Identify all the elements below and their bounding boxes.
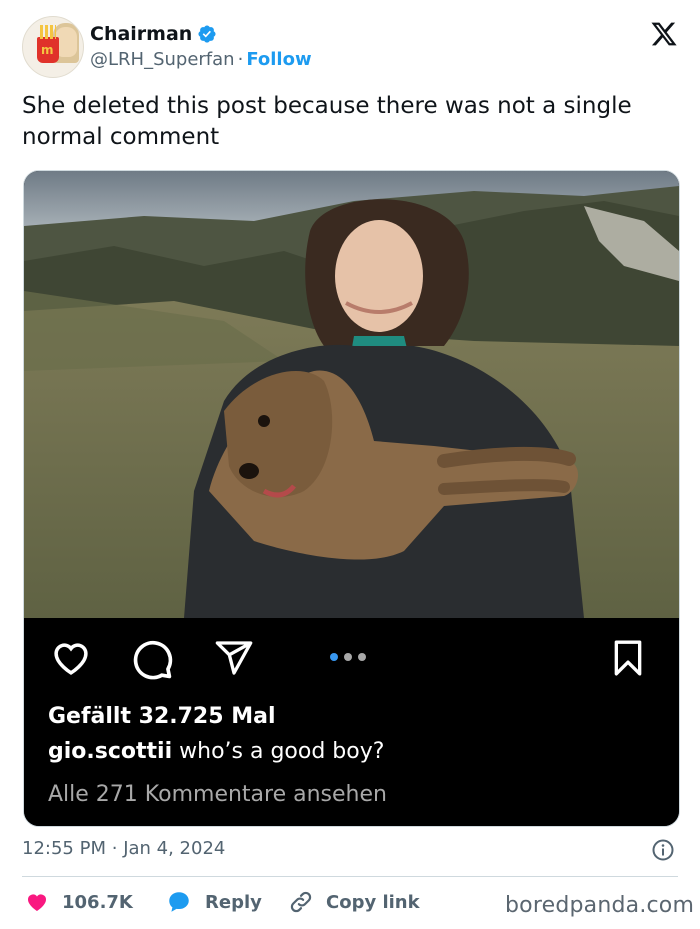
handle-separator: · bbox=[237, 49, 244, 70]
tweet-header: m Chairman @LRH_Superfan · Follow bbox=[22, 16, 682, 78]
caption-text: who’s a good boy? bbox=[172, 739, 385, 764]
author-handle[interactable]: @LRH_Superfan bbox=[90, 49, 235, 70]
reply-label: Reply bbox=[205, 891, 262, 913]
x-logo-icon[interactable] bbox=[650, 20, 678, 48]
verified-badge-icon bbox=[198, 25, 216, 43]
reply-button[interactable]: Reply bbox=[165, 886, 262, 918]
timestamp-separator: · bbox=[111, 838, 118, 859]
watermark: boredpanda.com bbox=[505, 893, 695, 918]
divider bbox=[22, 876, 678, 877]
like-count: 106.7K bbox=[62, 891, 133, 913]
copy-link-label: Copy link bbox=[326, 891, 420, 913]
instagram-action-area: Gefällt 32.725 Mal gio.scottii who’s a g… bbox=[24, 618, 679, 826]
reply-bubble-icon bbox=[169, 892, 189, 912]
author-handle-row: @LRH_Superfan · Follow bbox=[90, 49, 312, 70]
carousel-dot-active bbox=[330, 653, 338, 661]
tweet-timestamp[interactable]: 12:55 PM · Jan 4, 2024 bbox=[22, 838, 225, 859]
likes-count[interactable]: Gefällt 32.725 Mal bbox=[48, 704, 276, 729]
embedded-instagram-post[interactable]: Gefällt 32.725 Mal gio.scottii who’s a g… bbox=[23, 170, 680, 827]
carousel-indicator bbox=[330, 653, 366, 661]
author-name[interactable]: Chairman bbox=[90, 23, 192, 45]
comment-icon[interactable] bbox=[130, 637, 174, 681]
tweet-time: 12:55 PM bbox=[22, 838, 106, 859]
heart-filled-icon bbox=[28, 894, 46, 911]
author-name-row: Chairman bbox=[90, 21, 217, 47]
share-icon[interactable] bbox=[212, 638, 256, 678]
heart-icon[interactable] bbox=[48, 637, 94, 679]
tweet-date: Jan 4, 2024 bbox=[123, 838, 226, 859]
carousel-dot bbox=[358, 653, 366, 661]
view-comments-link[interactable]: Alle 271 Kommentare ansehen bbox=[48, 782, 387, 807]
copy-link-button[interactable]: Copy link bbox=[288, 886, 420, 918]
post-photo[interactable] bbox=[24, 171, 679, 618]
bookmark-icon[interactable] bbox=[608, 637, 648, 679]
link-icon bbox=[290, 891, 312, 913]
info-icon[interactable] bbox=[651, 838, 675, 862]
caption-username[interactable]: gio.scottii bbox=[48, 739, 172, 764]
follow-button[interactable]: Follow bbox=[246, 49, 311, 70]
tweet-text: She deleted this post because there was … bbox=[22, 93, 632, 150]
like-button[interactable]: 106.7K bbox=[24, 886, 133, 918]
post-caption: gio.scottii who’s a good boy? bbox=[48, 739, 384, 764]
avatar[interactable]: m bbox=[22, 16, 84, 78]
carousel-dot bbox=[344, 653, 352, 661]
